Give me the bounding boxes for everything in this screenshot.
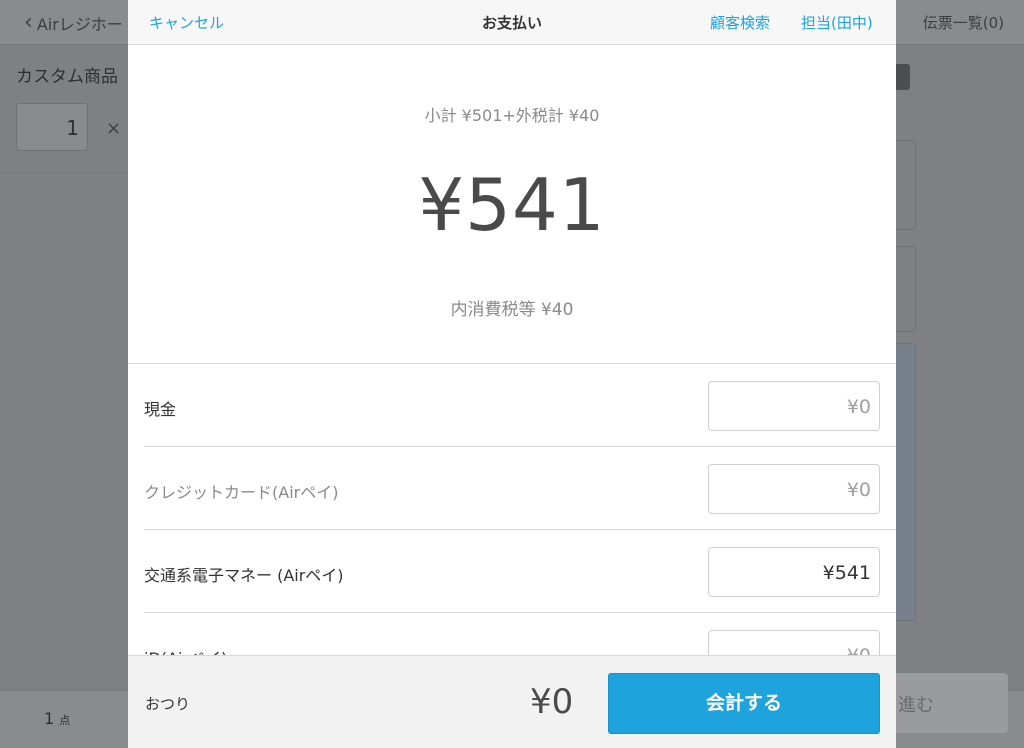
quantity-field: 1 bbox=[16, 103, 88, 151]
payment-amount-input[interactable]: ¥541 bbox=[708, 547, 880, 597]
payment-label: 交通系電子マネー (Airペイ) bbox=[144, 566, 344, 585]
amount-summary: 小計 ¥501+外税計 ¥40 ¥541 内消費税等 ¥40 bbox=[128, 45, 896, 364]
checkout-button[interactable]: 会計する bbox=[608, 673, 880, 734]
staff-button[interactable]: 担当(田中) bbox=[801, 12, 873, 33]
payment-label: 現金 bbox=[144, 400, 177, 419]
background-panel bbox=[896, 140, 916, 230]
modal-footer: おつり ¥0 会計する bbox=[128, 655, 896, 748]
chevron-left-icon: ‹ bbox=[24, 10, 33, 35]
times-symbol: × bbox=[106, 118, 122, 139]
next-button-label: 進む bbox=[898, 695, 934, 716]
change-amount: ¥0 bbox=[530, 682, 574, 722]
divider bbox=[0, 172, 128, 173]
payment-row-cash: 現金 ¥0 bbox=[144, 364, 896, 447]
payment-label: クレジットカード(Airペイ) bbox=[144, 483, 339, 502]
item-count-value: 1 bbox=[44, 709, 55, 728]
background-panel-selected bbox=[896, 343, 916, 621]
next-button: 進む bbox=[896, 673, 1008, 733]
change-label: おつり bbox=[145, 695, 191, 713]
subtotal-text: 小計 ¥501+外税計 ¥40 bbox=[424, 106, 600, 125]
tax-included-text: 内消費税等 ¥40 bbox=[450, 300, 574, 320]
background-panel bbox=[896, 246, 916, 332]
payment-modal: キャンセル お支払い 顧客検索 担当(田中) 小計 ¥501+外税計 ¥40 ¥… bbox=[128, 0, 896, 748]
payment-method-list: 現金 ¥0 クレジットカード(Airペイ) ¥0 交通系電子マネー (Airペイ… bbox=[128, 364, 896, 696]
background-chip bbox=[896, 64, 910, 90]
custom-item-title: カスタム商品 bbox=[16, 67, 118, 87]
modal-title: お支払い bbox=[481, 14, 542, 32]
payment-row-transit-emoney: 交通系電子マネー (Airペイ) ¥541 bbox=[144, 530, 896, 613]
customer-search-button[interactable]: 顧客検索 bbox=[710, 12, 770, 33]
payment-amount-input[interactable]: ¥0 bbox=[708, 464, 880, 514]
total-amount: ¥541 bbox=[418, 163, 606, 247]
item-count-unit: 点 bbox=[59, 714, 71, 727]
item-count: 1 点 bbox=[44, 709, 70, 728]
payment-row-credit-card: クレジットカード(Airペイ) ¥0 bbox=[144, 447, 896, 530]
back-label: Airレジホー bbox=[36, 15, 123, 34]
payment-amount-input[interactable]: ¥0 bbox=[708, 381, 880, 431]
back-button: ‹ Airレジホー bbox=[24, 11, 123, 35]
modal-header: キャンセル お支払い 顧客検索 担当(田中) bbox=[128, 0, 896, 45]
slip-list-link: 伝票一覧(0) bbox=[922, 14, 1004, 32]
